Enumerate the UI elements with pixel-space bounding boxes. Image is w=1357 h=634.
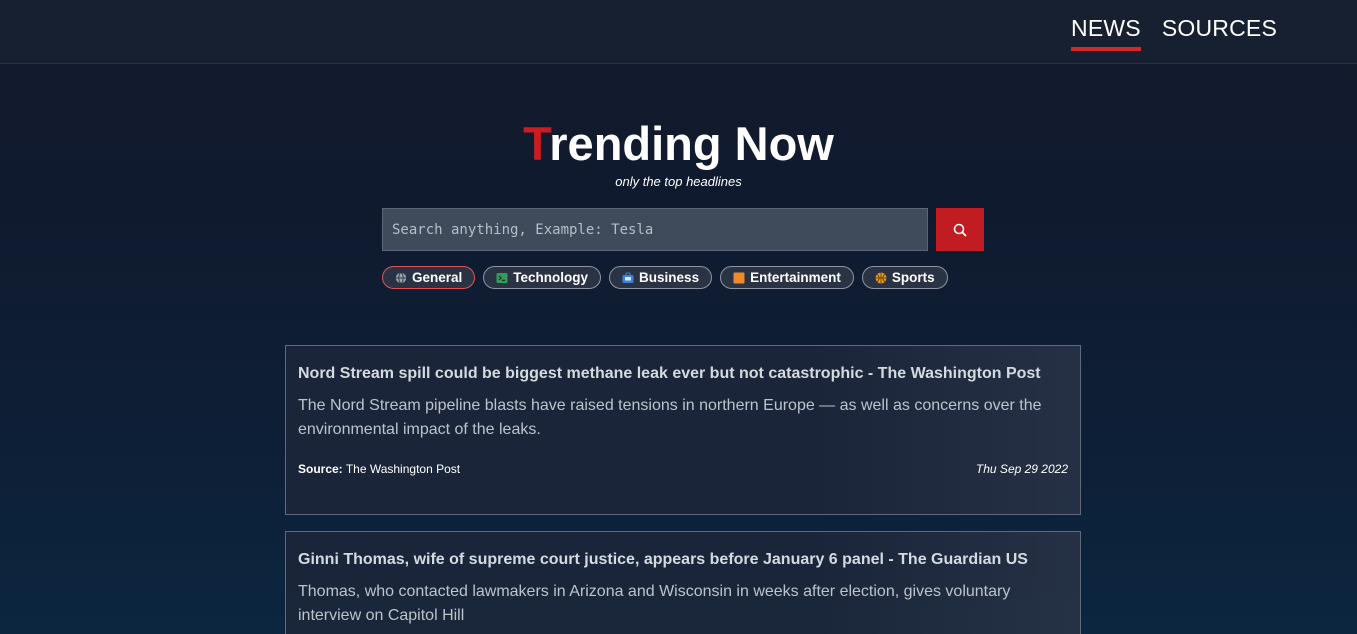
nav-news-link[interactable]: NEWS <box>1071 15 1141 51</box>
article-title[interactable]: Ginni Thomas, wife of supreme court just… <box>298 548 1068 572</box>
category-business-chip[interactable]: Business <box>609 266 713 289</box>
page-title: Trending Now <box>0 116 1357 172</box>
category-label: General <box>412 270 463 285</box>
terminal-icon <box>496 272 508 283</box>
article-card[interactable]: Ginni Thomas, wife of supreme court just… <box>285 531 1081 634</box>
page-subtitle: only the top headlines <box>615 174 742 189</box>
category-sports-chip[interactable]: Sports <box>861 266 948 289</box>
nav-sources-link[interactable]: SOURCES <box>1162 15 1277 51</box>
search-icon <box>953 223 967 236</box>
basketball-icon <box>875 272 887 283</box>
page-title-accent-letter: T <box>523 117 550 170</box>
category-label: Technology <box>513 270 589 285</box>
film-icon <box>733 272 745 283</box>
article-card[interactable]: Nord Stream spill could be biggest metha… <box>285 345 1081 515</box>
article-source: Source: The Washington Post <box>298 462 460 488</box>
search-bar <box>382 208 984 251</box>
briefcase-icon <box>622 271 634 283</box>
search-input[interactable] <box>382 208 928 251</box>
category-filters: General Technology Business Entertainmen… <box>382 266 948 289</box>
top-navbar: NEWS SOURCES <box>0 0 1357 64</box>
article-source-name: The Washington Post <box>345 462 461 476</box>
article-description: Thomas, who contacted lawmakers in Arizo… <box>298 583 1011 624</box>
hero-section: Trending Now only the top headlines <box>0 116 1357 189</box>
article-title[interactable]: Nord Stream spill could be biggest metha… <box>298 362 1068 386</box>
search-button[interactable] <box>936 208 984 251</box>
globe-icon <box>395 271 407 284</box>
category-general-chip[interactable]: General <box>382 266 476 289</box>
nav-links: NEWS SOURCES <box>1071 15 1277 51</box>
category-entertainment-chip[interactable]: Entertainment <box>720 266 854 289</box>
page-title-rest: rending Now <box>549 117 834 170</box>
category-technology-chip[interactable]: Technology <box>483 266 602 289</box>
category-label: Business <box>639 270 700 285</box>
article-description: The Nord Stream pipeline blasts have rai… <box>298 397 1042 438</box>
category-label: Sports <box>891 270 935 285</box>
article-meta: Source: The Washington Post Thu Sep 29 2… <box>298 462 1068 488</box>
category-label: Entertainment <box>750 270 841 285</box>
article-date: Thu Sep 29 2022 <box>975 462 1068 476</box>
article-source-label: Source: <box>298 462 343 476</box>
